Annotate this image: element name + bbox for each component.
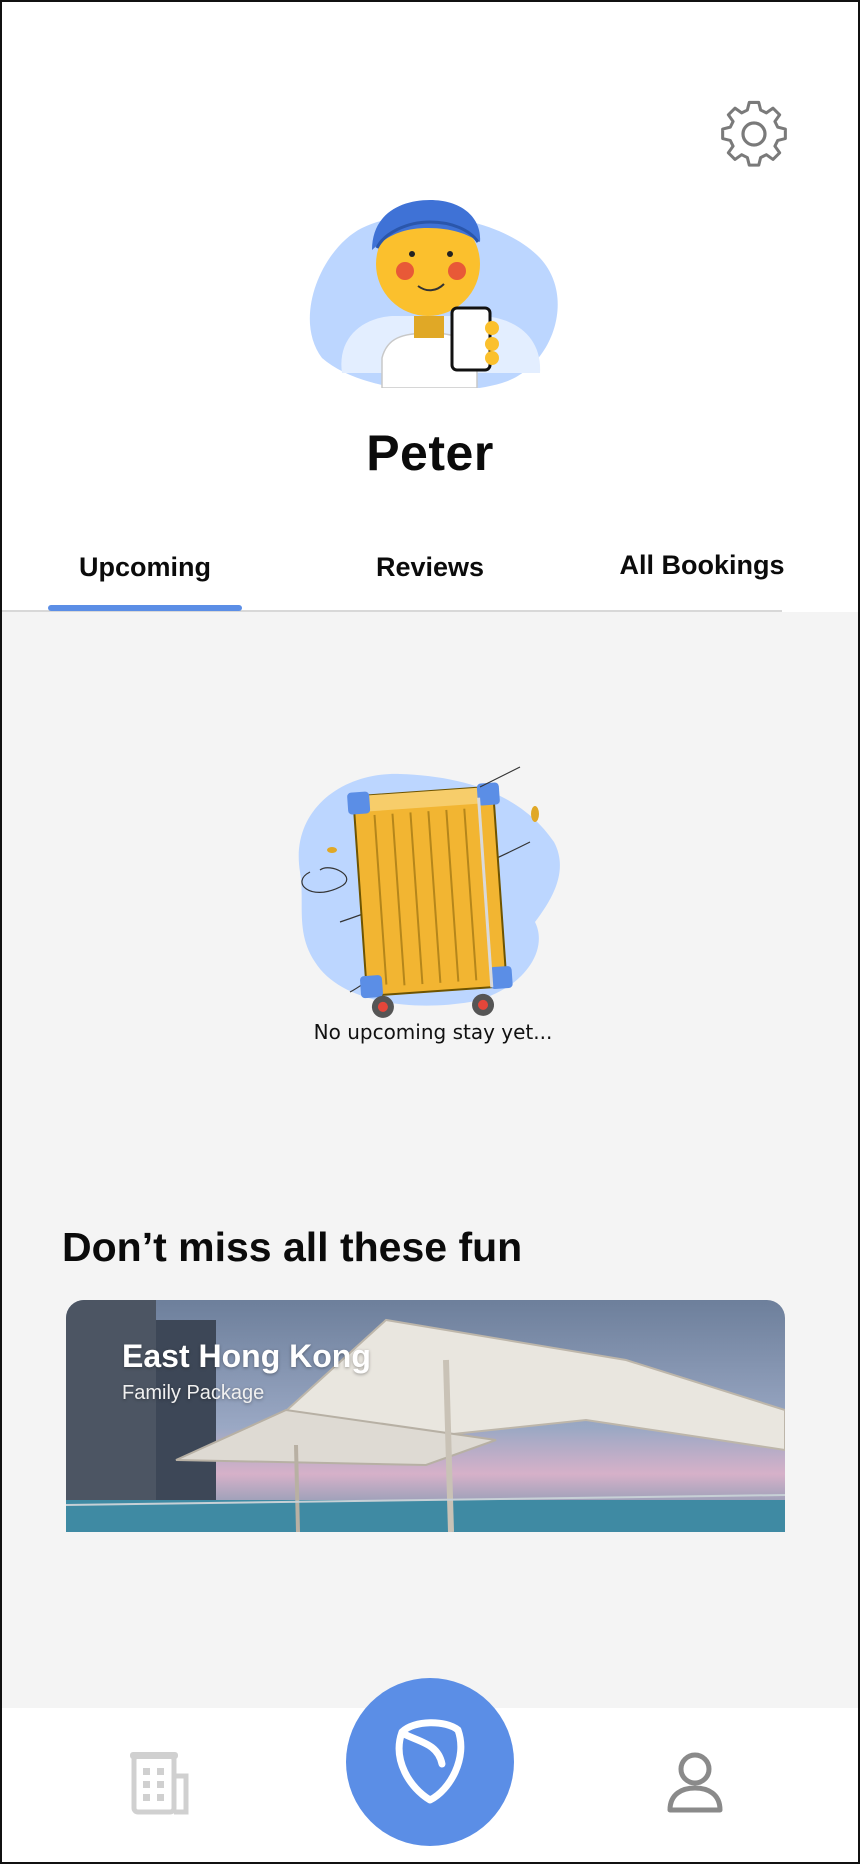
nav-home-button[interactable] xyxy=(346,1678,514,1846)
tab-all-bookings[interactable]: All Bookings xyxy=(604,550,800,581)
user-profile-icon xyxy=(667,1752,723,1813)
profile-name: Peter xyxy=(366,425,494,481)
avatar xyxy=(302,198,560,391)
promo-section-title: Don’t miss all these fun xyxy=(62,1224,523,1270)
empty-state-message: No upcoming stay yet... xyxy=(313,1020,553,1044)
bottom-navigation xyxy=(0,1678,860,1864)
suitcase-illustration xyxy=(280,762,560,1018)
hotel-building-icon xyxy=(130,1752,189,1815)
upcoming-content: No upcoming stay yet... Don’t miss all t… xyxy=(0,612,860,1708)
promo-card-title: East Hong Kong xyxy=(122,1338,371,1374)
tab-reviews[interactable]: Reviews xyxy=(330,552,530,583)
settings-button[interactable] xyxy=(718,98,790,170)
avatar-illustration xyxy=(309,200,558,391)
active-tab-indicator xyxy=(48,605,242,611)
promo-card[interactable]: East Hong Kong Family Package xyxy=(66,1300,785,1532)
tab-upcoming[interactable]: Upcoming xyxy=(48,552,242,583)
brand-shield-icon xyxy=(395,1719,465,1804)
gear-icon xyxy=(721,100,787,167)
nav-profile-button[interactable] xyxy=(664,1750,726,1816)
nav-hotels-button[interactable] xyxy=(130,1750,192,1816)
promo-card-image xyxy=(66,1300,785,1532)
profile-header: Peter Upcoming Reviews All Bookings xyxy=(0,0,860,612)
promo-card-subtitle: Family Package xyxy=(122,1382,265,1404)
tab-bar: Upcoming Reviews All Bookings xyxy=(0,540,860,612)
